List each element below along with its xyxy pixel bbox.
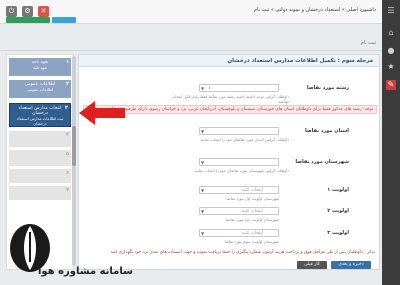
priority-2-label: اولویت ۲ bbox=[327, 208, 349, 214]
right-rail: ☰ ⌂ ● ★ ✎ bbox=[382, 0, 400, 285]
top-toolbar: ⏻ ⚙ ✕ bbox=[6, 6, 49, 17]
notice-banner: توجه: رشته های مذکور فقط برای داوطلبان ا… bbox=[83, 105, 377, 114]
step-4: ۴ bbox=[9, 131, 71, 147]
step-7: ۷ bbox=[9, 186, 71, 200]
star-icon[interactable]: ★ bbox=[386, 62, 396, 72]
priority-3-hint: شهرستان اولویت سوم مورد تقاضا bbox=[224, 239, 279, 244]
step-6: ۶ bbox=[9, 169, 71, 183]
settings-icon[interactable]: ⚙ bbox=[22, 6, 33, 17]
hint-reshte: داوطلب گرامی توجه داشته باشید رشته مورد … bbox=[171, 94, 289, 104]
field-label-ostan: استان مورد تقاضا bbox=[304, 128, 349, 134]
chevron-down-icon: ▼ bbox=[201, 86, 205, 91]
exams-icon[interactable]: ✎ bbox=[386, 80, 396, 90]
step-3[interactable]: ۳ انتخاب مدارس استعداد درخشان ثبت اطلاعا… bbox=[9, 103, 71, 127]
step-5: ۵ bbox=[9, 150, 71, 166]
card-title: مرحله سوم : تکمیل اطلاعات مدارس استعداد … bbox=[227, 58, 373, 64]
field-label-reshte: رشته مورد تقاضا bbox=[306, 85, 349, 91]
divider bbox=[0, 50, 382, 51]
close-icon[interactable]: ✕ bbox=[38, 6, 49, 17]
hint-ostan: داوطلب گرامی استان مورد تقاضای خود را ان… bbox=[200, 137, 289, 142]
priority-3-select[interactable]: ▼ انتخاب کنید bbox=[199, 229, 279, 237]
back-button[interactable]: کار قبلی bbox=[297, 261, 327, 269]
priority-1-hint: شهرستان اولویت اول مورد تقاضا bbox=[226, 196, 279, 201]
page-title: ثبت نام bbox=[360, 40, 376, 46]
app-frame: ⏻ ⚙ ✕ داشبورد اصلی » استعداد درخشان و نم… bbox=[0, 0, 400, 285]
save-next-button[interactable]: ذخیره و بعدی bbox=[331, 261, 371, 269]
logout-icon[interactable]: ⏻ bbox=[6, 6, 17, 17]
submit-strip[interactable] bbox=[52, 17, 76, 23]
footnote: تذکر : داوطلبان پس از طی مراحل فوق و پرد… bbox=[110, 250, 375, 255]
scroll-thumb[interactable] bbox=[72, 126, 76, 166]
watermark-text: سامانه مشاوره هوا bbox=[38, 266, 133, 277]
priority-1-select[interactable]: ▼ انتخاب کنید bbox=[199, 186, 279, 194]
menu-icon[interactable]: ☰ bbox=[386, 6, 396, 16]
field-label-shahrestan: شهرستان مورد تقاضا bbox=[295, 159, 349, 165]
card-header: مرحله سوم : تکمیل اطلاعات مدارس استعداد … bbox=[79, 55, 379, 67]
priority-2-hint: شهرستان اولویت دوم مورد تقاضا bbox=[226, 217, 279, 222]
shahrestan-select[interactable]: ▼ bbox=[199, 158, 279, 166]
step-2[interactable]: ۲ اطلاعات عمومی اطلاعات عمومی bbox=[9, 80, 71, 98]
priority-3-label: اولویت ۳ bbox=[327, 230, 349, 236]
chevron-down-icon: ▼ bbox=[201, 129, 205, 134]
user-icon[interactable]: ● bbox=[386, 46, 396, 56]
top-bar: ⏻ ⚙ ✕ داشبورد اصلی » استعداد درخشان و نم… bbox=[0, 0, 382, 24]
ostan-select[interactable]: ▼ bbox=[199, 127, 279, 135]
hint-shahrestan: داوطلب گرامی شهرستان مورد تقاضای خود را … bbox=[194, 168, 289, 173]
breadcrumb: داشبورد اصلی » استعداد درخشان و نمونه دو… bbox=[253, 7, 376, 13]
step-1[interactable]: ۱ تعهد نامه تعهد نامه bbox=[9, 58, 71, 76]
form-card: مرحله سوم : تکمیل اطلاعات مدارس استعداد … bbox=[78, 54, 380, 270]
support-strip[interactable] bbox=[6, 17, 50, 23]
priority-1-label: اولویت ۱ bbox=[327, 187, 349, 193]
chevron-down-icon: ▼ bbox=[201, 188, 205, 193]
chevron-down-icon: ▼ bbox=[201, 231, 205, 236]
pointer-arrow-icon bbox=[79, 101, 125, 125]
home-icon[interactable]: ⌂ bbox=[386, 28, 396, 38]
chevron-down-icon: ▼ bbox=[201, 160, 205, 165]
chevron-down-icon: ▼ bbox=[201, 209, 205, 214]
reshte-select[interactable]: ▼ ۱ bbox=[199, 84, 279, 92]
priority-2-select[interactable]: ▼ انتخاب کنید bbox=[199, 207, 279, 215]
